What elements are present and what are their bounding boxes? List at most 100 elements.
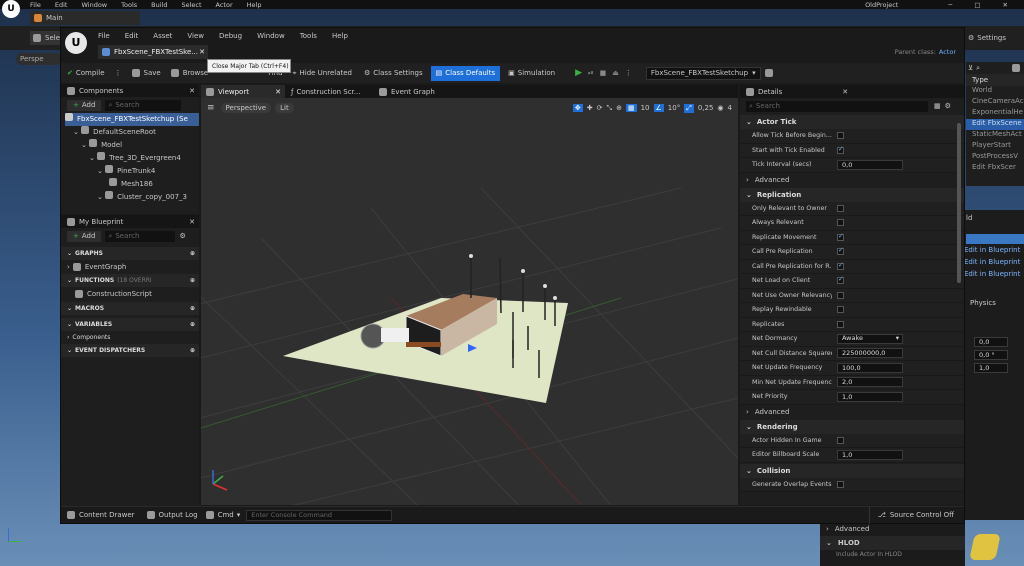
class-defaults-button[interactable]: ▤ Class Defaults [430,65,501,81]
property-value-field[interactable]: 1,0 [837,391,903,402]
bp-menu-asset[interactable]: Asset [153,32,172,40]
outliner-row[interactable]: World [966,86,1024,97]
transform-field[interactable]: 0,0 ° [974,350,1008,360]
component-item[interactable]: ⌄ PineTrunk4 [65,165,199,178]
add-member-button[interactable]: + Add [67,230,102,242]
save-button[interactable]: Save [131,69,161,77]
stop-icon[interactable]: ■ [600,69,607,77]
property-checkbox[interactable] [837,132,844,140]
component-item[interactable]: Mesh186 [65,178,199,191]
class-settings-button[interactable]: ⚙ Class Settings [364,69,423,77]
outer-menu-edit[interactable]: Edit [55,1,68,9]
details-section-header[interactable]: ⌄ Replication [740,187,964,202]
console-input[interactable]: Enter Console Command [246,509,393,521]
outer-menu-build[interactable]: Build [151,1,167,9]
edit-in-blueprint-link[interactable]: Edit in Blueprint [958,244,1024,256]
scale-snap-icon[interactable]: ⤢ [684,103,694,113]
bp-menu-debug[interactable]: Debug [219,32,242,40]
event-graph-item[interactable]: › EventGraph [61,260,199,274]
outer-menu-file[interactable]: File [30,1,41,9]
play-options-icon[interactable]: ⋮ [625,69,632,77]
details-section-header[interactable]: ⌄ Rendering [740,419,964,434]
outer-menu-tools[interactable]: Tools [121,1,137,9]
step-icon[interactable]: ⏯ [588,69,594,78]
content-drawer-button[interactable]: Content Drawer [67,511,135,519]
outer-settings-button[interactable]: ⚙ Settings [968,31,1020,45]
browse-button[interactable]: Browse [170,69,208,77]
functions-category[interactable]: ⌄ FUNCTIONS (18 OVERRI ⊕ [61,274,199,287]
gear-icon[interactable]: ⚙ [179,232,185,240]
table-view-icon[interactable]: ▦ [934,102,941,110]
property-checkbox[interactable] [837,480,844,488]
eject-icon[interactable]: ⏏ [612,69,619,77]
grid-snap-value[interactable]: 10 [641,104,650,112]
my-blueprint-search-input[interactable]: ⌕ Search [105,230,176,242]
outer-tab-main[interactable]: Main [30,11,140,25]
viewport[interactable]: ≡ Perspective Lit ✥ ✚ ⟳ ⤡ ⊕ ▦ 10 ∠ 10° ⤢… [201,98,738,505]
add-circle-icon[interactable]: ⊕ [190,321,195,328]
outliner-row[interactable]: Edit FbxScer [966,163,1024,172]
transform-field[interactable]: 0,0 [974,337,1008,347]
outliner-row[interactable]: PostProcessV [966,152,1024,163]
hamburger-icon[interactable]: ≡ [207,103,215,113]
output-log-button[interactable]: Output Log [146,511,198,519]
debug-target-select[interactable]: FbxScene_FBXTestSketchup ▾ [645,66,761,80]
add-component-button[interactable]: + Add [67,99,102,111]
angle-snap-value[interactable]: 10° [668,104,680,112]
outer-menu-window[interactable]: Window [81,1,107,9]
hide-unrelated-button[interactable]: ⌖ Hide Unrelated [293,69,352,78]
bp-menu-tools[interactable]: Tools [300,32,317,40]
close-icon[interactable]: ✕ [189,218,195,226]
window-controls[interactable]: ─ □ ✕ [948,1,1018,9]
outer-menu-help[interactable]: Help [247,1,262,9]
outer-perspective-button[interactable]: Perspe [16,53,62,65]
property-value-field[interactable]: 1,0 [837,449,903,460]
property-checkbox[interactable] [837,246,844,256]
property-checkbox[interactable] [837,306,844,314]
graphs-category[interactable]: ⌄ GRAPHS ⊕ [61,247,199,260]
bp-menu-file[interactable]: File [98,32,110,40]
compile-options-icon[interactable]: ⋮ [115,69,122,77]
details-scrollbar[interactable] [957,123,961,283]
search-icon[interactable]: ⌕ [976,64,980,73]
home-icon[interactable] [1012,64,1020,72]
property-checkbox[interactable] [837,261,844,270]
tab-viewport[interactable]: Viewport ✕ [201,85,285,98]
outliner-row[interactable]: StaticMeshAct [966,130,1024,141]
add-circle-icon[interactable]: ⊕ [190,347,195,354]
details-section-header[interactable]: ⌄ Actor Tick [740,115,964,129]
close-icon[interactable]: ✕ [199,48,205,56]
property-checkbox[interactable] [837,219,844,227]
component-item[interactable]: ⌄ Cluster_copy_007_3 [65,191,199,204]
component-item[interactable]: ⌄ Model [65,139,199,152]
construction-script-item[interactable]: ConstructionScript [61,287,199,301]
property-value-field[interactable]: 100,0 [837,362,903,373]
component-item[interactable]: ⌄ Tree_3D_Evergreen4 [65,152,199,165]
variables-category[interactable]: ⌄ VARIABLES ⊕ [61,318,199,331]
world-icon[interactable]: ⊕ [616,104,622,112]
gear-icon[interactable]: ⚙ [945,102,951,110]
filter-icon[interactable]: ⊻ [968,64,973,72]
add-circle-icon[interactable]: ⊕ [190,277,195,284]
outliner-row[interactable]: PlayerStart [966,141,1024,152]
perspective-button[interactable]: Perspective [220,103,272,113]
details-advanced-toggle[interactable]: › Advanced [740,405,964,419]
macros-category[interactable]: ⌄ MACROS ⊕ [61,302,199,315]
tab-construction-script[interactable]: ƒ Construction Scr... [285,88,371,96]
bp-menu-help[interactable]: Help [332,32,348,40]
property-value-field[interactable]: 0,0 [837,159,903,170]
source-control-button[interactable]: ⎇ Source Control Off [868,506,954,524]
close-icon[interactable]: ✕ [275,88,281,96]
edit-in-blueprint-link[interactable]: Edit in Blueprint [958,256,1024,268]
move-icon[interactable]: ✚ [587,104,593,112]
grid-snap-icon[interactable]: ▦ [625,104,637,112]
event-dispatchers-category[interactable]: ⌄ EVENT DISPATCHERS ⊕ [61,344,199,357]
rotate-icon[interactable]: ⟳ [597,104,603,112]
close-icon[interactable]: ✕ [842,88,848,96]
transform-field[interactable]: 1,0 [974,363,1008,373]
simulation-button[interactable]: ▣ Simulation [508,69,555,77]
property-checkbox[interactable] [837,145,844,154]
lit-button[interactable]: Lit [275,103,294,113]
add-circle-icon[interactable]: ⊕ [190,250,195,257]
property-checkbox[interactable] [837,275,844,285]
